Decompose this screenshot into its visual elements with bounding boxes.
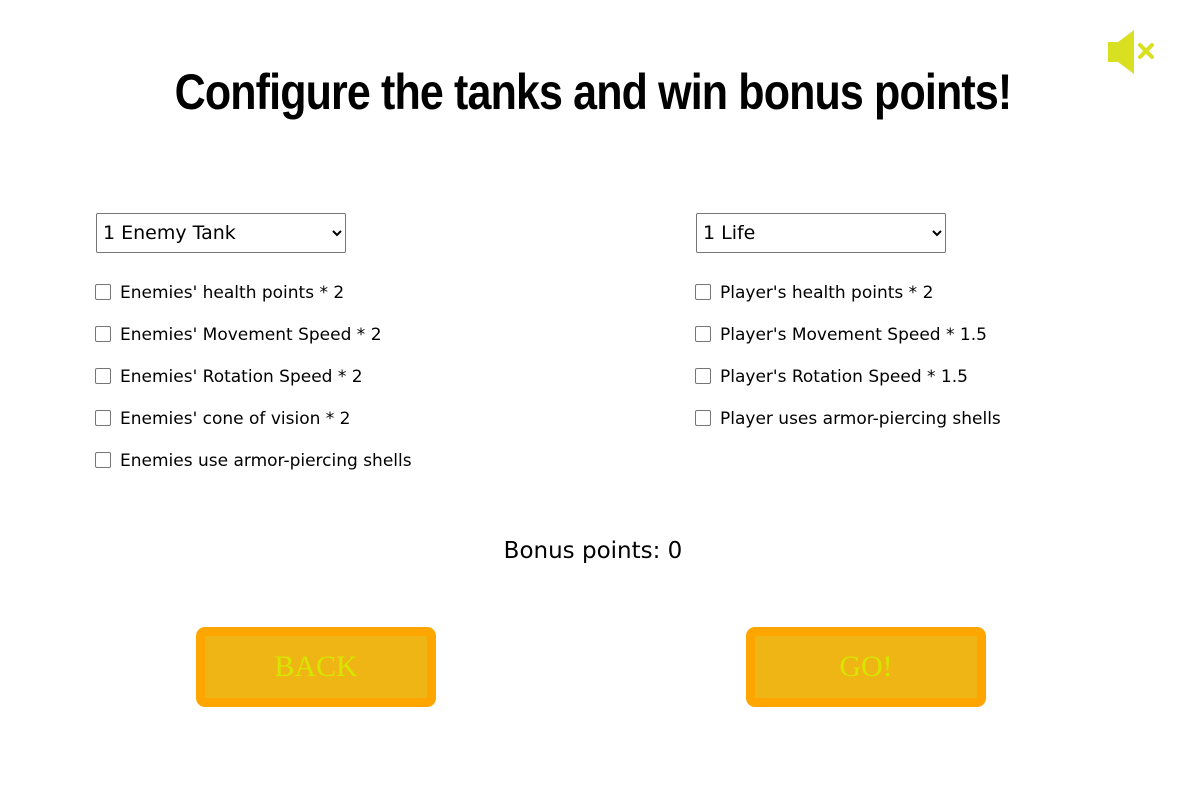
enemy-movement-checkbox[interactable]	[95, 326, 111, 342]
player-rotation-checkbox[interactable]	[695, 368, 711, 384]
player-rotation-label: Player's Rotation Speed * 1.5	[720, 367, 968, 387]
player-option-ap-shells[interactable]: Player uses armor-piercing shells	[695, 407, 1001, 431]
player-movement-label: Player's Movement Speed * 1.5	[720, 325, 987, 345]
page-title: Configure the tanks and win bonus points…	[174, 64, 1013, 120]
enemy-option-movement[interactable]: Enemies' Movement Speed * 2	[95, 323, 382, 347]
enemy-vision-checkbox[interactable]	[95, 410, 111, 426]
enemy-option-health[interactable]: Enemies' health points * 2	[95, 281, 344, 305]
enemy-option-ap-shells[interactable]: Enemies use armor-piercing shells	[95, 449, 412, 473]
enemy-rotation-label: Enemies' Rotation Speed * 2	[120, 367, 363, 387]
player-option-health[interactable]: Player's health points * 2	[695, 281, 933, 305]
mute-button[interactable]	[1104, 28, 1160, 76]
enemy-vision-label: Enemies' cone of vision * 2	[120, 409, 351, 429]
go-button-label: GO!	[755, 636, 977, 698]
enemy-rotation-checkbox[interactable]	[95, 368, 111, 384]
enemy-count-select[interactable]: 1 Enemy Tank	[96, 213, 346, 253]
enemy-health-label: Enemies' health points * 2	[120, 283, 345, 303]
player-movement-checkbox[interactable]	[695, 326, 711, 342]
bonus-points-text: Bonus points: 0	[503, 538, 683, 564]
enemy-option-rotation[interactable]: Enemies' Rotation Speed * 2	[95, 365, 363, 389]
enemy-health-checkbox[interactable]	[95, 284, 111, 300]
player-lives-select[interactable]: 1 Life	[696, 213, 946, 253]
enemy-ap-shells-checkbox[interactable]	[95, 452, 111, 468]
speaker-muted-icon	[1108, 30, 1154, 74]
back-button[interactable]: BACK	[196, 627, 436, 707]
player-option-rotation[interactable]: Player's Rotation Speed * 1.5	[695, 365, 968, 389]
player-option-movement[interactable]: Player's Movement Speed * 1.5	[695, 323, 987, 347]
player-health-label: Player's health points * 2	[720, 283, 934, 303]
player-health-checkbox[interactable]	[695, 284, 711, 300]
go-button[interactable]: GO!	[746, 627, 986, 707]
back-button-label: BACK	[205, 636, 427, 698]
player-ap-shells-label: Player uses armor-piercing shells	[720, 409, 1001, 429]
enemy-option-vision[interactable]: Enemies' cone of vision * 2	[95, 407, 351, 431]
player-ap-shells-checkbox[interactable]	[695, 410, 711, 426]
enemy-movement-label: Enemies' Movement Speed * 2	[120, 325, 382, 345]
enemy-ap-shells-label: Enemies use armor-piercing shells	[120, 451, 412, 471]
